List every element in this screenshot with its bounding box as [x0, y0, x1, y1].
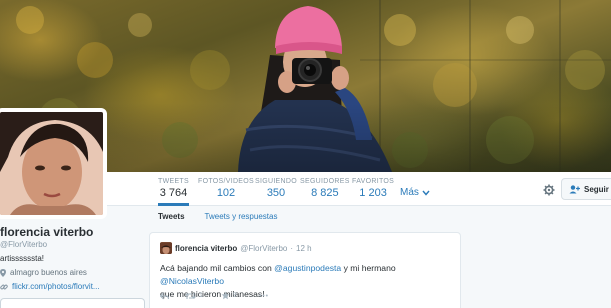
- avatar-portrait: [0, 112, 103, 215]
- profile-website-text: flickr.com/photos/florvit...: [12, 282, 100, 291]
- tweet-author-avatar-image: [160, 243, 172, 254]
- stat-following-value: 350: [266, 187, 286, 199]
- tweet-mention-agustinpodesta[interactable]: @agustinpodesta: [274, 263, 341, 273]
- tweet-author-avatar[interactable]: [160, 242, 172, 254]
- stat-favorites[interactable]: FAVORITOS 1 203: [352, 178, 394, 199]
- tweet-separator: ·: [290, 244, 294, 253]
- tweet-mention-nicolasviterbo[interactable]: @NicolasViterbo: [160, 276, 224, 286]
- stat-photos-videos-label: FOTOS/VIDEOS: [198, 178, 254, 185]
- tab-tweets-and-replies[interactable]: Tweets y respuestas: [205, 212, 278, 227]
- favorite-star-icon[interactable]: [221, 291, 230, 300]
- tweet-author-name[interactable]: florencia viterbo: [175, 244, 237, 253]
- tweet-card[interactable]: florencia viterbo @FlorViterbo · 12 h Ac…: [149, 232, 461, 308]
- stat-following[interactable]: SIGUIENDO 350: [255, 178, 297, 199]
- more-icon[interactable]: [259, 294, 268, 297]
- reply-icon[interactable]: [160, 292, 169, 300]
- tweet-author-handle[interactable]: @FlorViterbo: [240, 244, 287, 253]
- tweet-header: florencia viterbo @FlorViterbo · 12 h: [175, 244, 312, 253]
- follow-button-label: Seguir: [584, 184, 609, 194]
- profile-location: almagro buenos aires: [0, 268, 87, 277]
- stat-followers-label: SEGUIDORES: [300, 178, 350, 185]
- retweet-count: 1: [199, 292, 203, 299]
- retweet-icon[interactable]: [185, 292, 196, 300]
- profile-bio: artissssssta!: [0, 254, 45, 263]
- follow-user-icon: [569, 184, 580, 193]
- gear-icon[interactable]: [543, 184, 555, 196]
- timeline-tabs: Tweets Tweets y respuestas: [158, 212, 277, 227]
- more-menu-label: Más: [400, 187, 419, 198]
- stat-tweets[interactable]: TWEETS 3 764: [158, 178, 189, 206]
- stat-tweets-value: 3 764: [159, 187, 188, 199]
- stat-followers[interactable]: SEGUIDORES 8 825: [300, 178, 350, 199]
- stat-favorites-value: 1 203: [359, 187, 387, 199]
- stat-followers-value: 8 825: [311, 187, 339, 199]
- profile-handle[interactable]: @FlorViterbo: [0, 240, 47, 249]
- profile-name: florencia viterbo: [0, 225, 94, 239]
- tab-tweets[interactable]: Tweets: [158, 212, 185, 227]
- stat-photos-videos[interactable]: FOTOS/VIDEOS 102: [198, 178, 254, 199]
- link-icon: [0, 284, 8, 289]
- profile-website-link[interactable]: flickr.com/photos/florvit...: [0, 282, 100, 291]
- tweet-timestamp[interactable]: 12 h: [296, 244, 312, 253]
- more-menu-button[interactable]: Más: [400, 187, 430, 198]
- stat-photos-videos-value: 102: [216, 187, 236, 199]
- profile-location-text: almagro buenos aires: [10, 268, 87, 277]
- location-pin-icon: [0, 268, 6, 277]
- stat-following-label: SIGUIENDO: [255, 178, 297, 185]
- tweet-actions: 1 9: [160, 291, 268, 300]
- stat-favorites-label: FAVORITOS: [352, 178, 395, 185]
- sidebar-module: [0, 298, 145, 308]
- tweet-text-part-2: y mi hermano: [341, 263, 396, 273]
- profile-avatar[interactable]: [0, 108, 107, 219]
- follow-button[interactable]: Seguir: [561, 178, 611, 200]
- chevron-down-icon: [422, 190, 430, 196]
- favorite-count: 9: [232, 292, 237, 299]
- tweet-text-part-1: Acá bajando mil cambios con: [160, 263, 275, 273]
- stat-tweets-label: TWEETS: [158, 178, 189, 185]
